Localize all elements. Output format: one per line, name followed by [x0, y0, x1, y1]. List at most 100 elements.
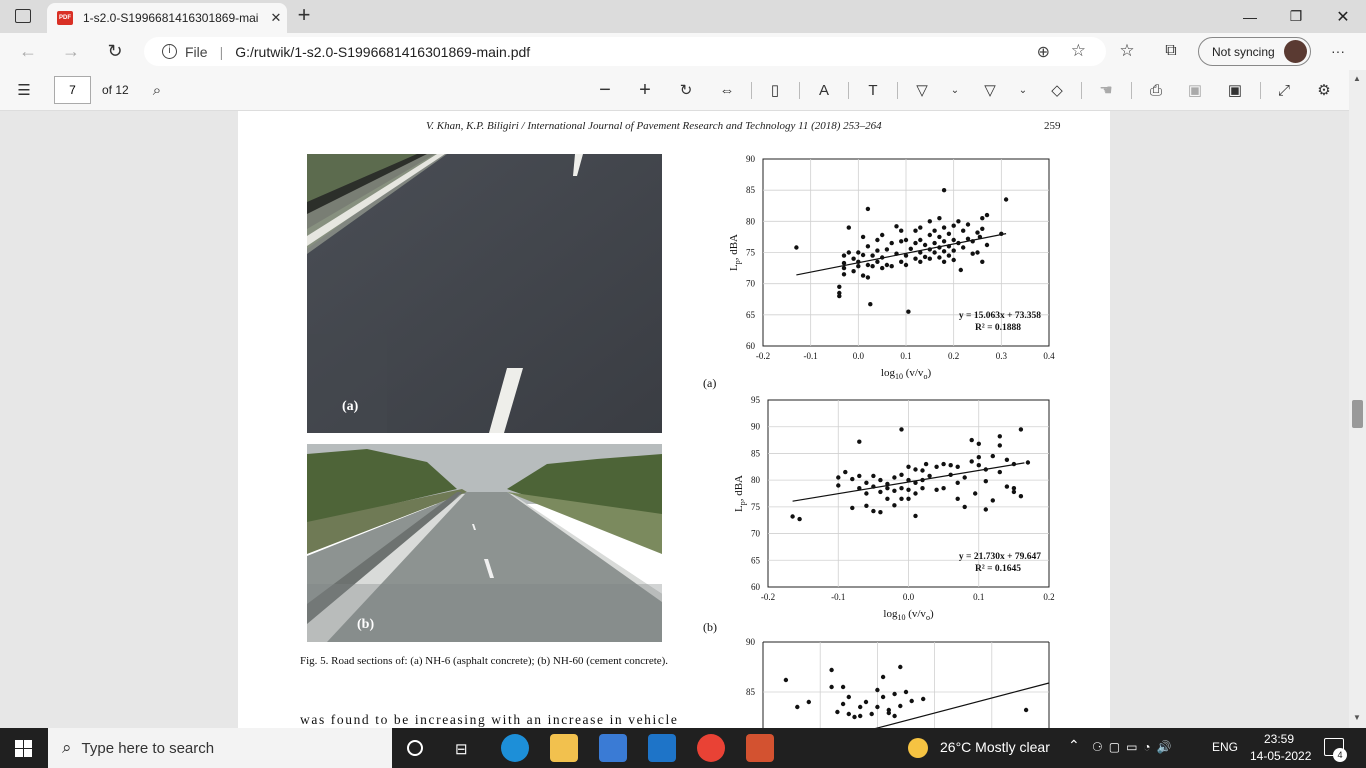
weather-text[interactable]: 26°C Mostly clear [940, 739, 1050, 755]
fullscreen-icon[interactable]: ⤢ [1275, 79, 1293, 101]
forward-icon[interactable]: → [57, 39, 85, 63]
chrome-icon[interactable] [697, 734, 725, 762]
data-point [948, 472, 953, 477]
data-point [932, 240, 937, 246]
store-icon[interactable] [599, 734, 627, 762]
data-point [977, 234, 983, 240]
touch-icon[interactable]: ☚ [1096, 79, 1116, 101]
contents-icon[interactable]: ☰ [14, 79, 34, 101]
fit-width-icon[interactable]: ⇔ [717, 79, 737, 101]
data-point [932, 250, 937, 255]
data-point [922, 254, 928, 260]
language-indicator[interactable]: ENG [1212, 740, 1238, 754]
scroll-up-icon[interactable]: ▲ [1353, 74, 1361, 83]
site-info-icon[interactable]: i [162, 44, 177, 59]
tab-actions-icon[interactable] [15, 9, 31, 23]
data-point [983, 479, 988, 484]
draw-icon[interactable]: ▽ [912, 79, 932, 101]
find-icon[interactable]: ⌕ [148, 79, 166, 101]
data-point [918, 237, 923, 243]
y-tick-label: 90 [746, 154, 756, 164]
task-view-icon[interactable]: ⊟ [455, 740, 468, 758]
minimize-icon[interactable]: — [1227, 0, 1273, 33]
save-as-icon[interactable]: ▣ [1226, 79, 1244, 101]
data-point [903, 262, 909, 268]
data-point [962, 504, 967, 510]
powerpoint-icon[interactable] [746, 734, 774, 762]
erase-icon[interactable]: ◇ [1047, 79, 1067, 101]
mail-icon[interactable] [648, 734, 676, 762]
tray-icons[interactable]: ⚆▢▭◔🔊 [1092, 740, 1178, 754]
data-point [892, 691, 897, 697]
clock-time[interactable]: 23:59 [1264, 732, 1294, 746]
tab-pdf[interactable]: PDF 1-s2.0-S1996681416301869-mai ✕ [47, 3, 287, 33]
data-point [858, 713, 863, 719]
url-text[interactable]: G:/rutwik/1-s2.0-S1996681416301869-main.… [235, 44, 530, 60]
data-point [1018, 427, 1024, 432]
zoom-out-icon[interactable]: − [596, 79, 614, 101]
collections-icon[interactable]: ⧉ [1157, 39, 1185, 63]
chevron-down-icon[interactable]: ⌄ [948, 79, 962, 101]
cortana-icon[interactable] [407, 740, 423, 756]
page-view-icon[interactable]: ▯ [765, 79, 785, 101]
weather-icon[interactable] [908, 738, 928, 758]
clock-date[interactable]: 14-05-2022 [1250, 749, 1311, 763]
toolbar-divider [1260, 82, 1261, 99]
scroll-down-icon[interactable]: ▼ [1353, 713, 1361, 722]
edge-icon[interactable] [501, 734, 529, 762]
data-point [980, 259, 985, 264]
pdf-viewport[interactable]: V. Khan, K.P. Biligiri / International J… [0, 111, 1366, 728]
pdf-settings-icon[interactable]: ⚙ [1315, 79, 1333, 101]
data-point [875, 687, 880, 693]
data-point [865, 262, 871, 268]
profile-sync-button[interactable]: Not syncing [1198, 37, 1311, 66]
windows-start-icon[interactable] [15, 740, 32, 757]
zoom-in-icon[interactable]: + [636, 79, 654, 101]
data-point [846, 694, 851, 700]
read-aloud-icon[interactable]: A [814, 79, 834, 101]
scroll-thumb[interactable] [1352, 400, 1363, 428]
zoom-icon[interactable]: ⊕ [1037, 42, 1050, 62]
data-point [829, 667, 834, 673]
tab-close-icon[interactable]: ✕ [265, 10, 287, 26]
address-bar[interactable]: i File | G:/rutwik/1-s2.0-S1996681416301… [144, 37, 1106, 66]
add-favorite-icon[interactable]: ☆ [1071, 41, 1086, 61]
x-tick-label: 0.3 [996, 351, 1008, 361]
save-icon[interactable]: ▣ [1186, 79, 1204, 101]
data-point [965, 222, 971, 227]
data-point [885, 496, 890, 501]
toolbar-divider [1131, 82, 1132, 99]
vertical-scrollbar[interactable]: ▲ ▼ [1349, 70, 1366, 728]
restore-icon[interactable]: ❐ [1273, 0, 1319, 33]
data-point [892, 475, 897, 480]
chevron-down-icon[interactable]: ⌄ [1016, 79, 1030, 101]
highlight-icon[interactable]: ▽ [980, 79, 1000, 101]
photo-b-label: (b) [357, 617, 375, 632]
refresh-icon[interactable]: ↻ [101, 39, 129, 63]
data-point [934, 487, 939, 492]
taskbar-search[interactable]: ⌕ Type here to search [48, 728, 392, 768]
add-text-icon[interactable]: T [863, 79, 883, 101]
data-point [903, 253, 909, 258]
address-bar-row: ← → ↻ i File | G:/rutwik/1-s2.0-S1996681… [0, 33, 1366, 70]
back-icon[interactable]: ← [14, 39, 42, 63]
data-point [875, 248, 880, 253]
rotate-icon[interactable]: ↻ [677, 79, 695, 101]
tray-chevron-icon[interactable]: ⌃ [1068, 737, 1080, 754]
data-point [899, 259, 904, 264]
print-icon[interactable]: ⎙ [1146, 79, 1166, 101]
x-tick-label: 0.4 [1043, 351, 1055, 361]
file-explorer-icon[interactable] [550, 734, 578, 762]
data-point [976, 455, 981, 460]
data-point [955, 464, 960, 469]
data-point [932, 228, 937, 233]
new-tab-button[interactable]: + [293, 4, 315, 28]
page-count: of 12 [102, 83, 129, 97]
window-close-icon[interactable]: ✕ [1320, 0, 1366, 33]
settings-more-icon[interactable]: ··· [1324, 39, 1352, 63]
data-point [841, 253, 847, 258]
data-point [984, 212, 990, 218]
page-number-input[interactable]: 7 [54, 76, 91, 104]
favorites-icon[interactable]: ☆ [1113, 39, 1141, 63]
data-point [937, 216, 942, 221]
